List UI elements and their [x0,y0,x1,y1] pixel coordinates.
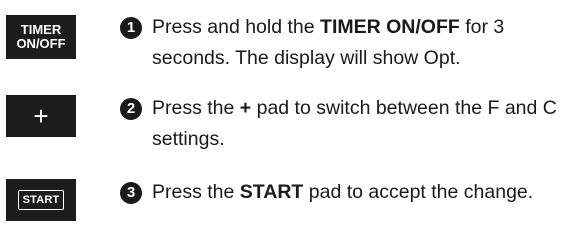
step-2-text: Press the + pad to switch between the F … [152,93,558,155]
timer-pad-label-line-2: ON/OFF [16,36,66,51]
start-pad: START [6,179,76,221]
step-number-3-icon: 3 [120,182,142,204]
step-1-text: Press and hold the TIMER ON/OFF for 3 se… [152,12,558,74]
plus-pad-label: + [33,101,49,131]
step-1-text-bold: TIMER ON/OFF [320,16,460,38]
start-pad-label: START [17,190,65,210]
step-3-text: Press the START pad to accept the change… [152,177,558,208]
step-2-text-before: Press the [152,97,240,119]
step-1-text-before: Press and hold the [152,16,321,38]
step-number-1-icon: 1 [120,17,142,39]
step-3-text-bold: START [239,181,304,203]
step-2-text-bold: + [239,97,252,119]
step-3-text-before: Press the [152,181,240,203]
timer-on-off-pad: TIMER ON/OFF [6,15,76,59]
timer-pad-label-line-1: TIMER [20,22,62,37]
plus-pad: + [6,95,76,137]
step-number-2-icon: 2 [120,98,142,120]
step-3-text-after: pad to accept the change. [303,181,534,203]
